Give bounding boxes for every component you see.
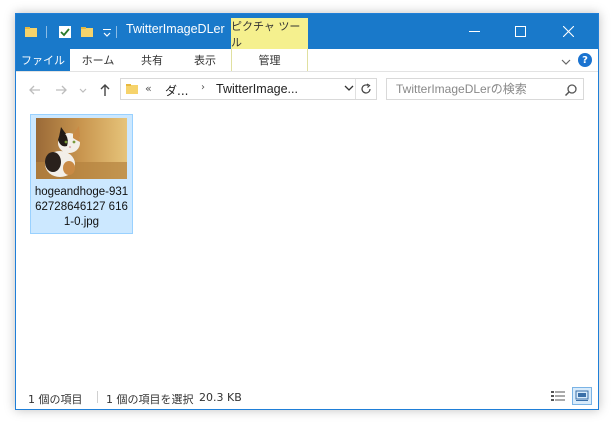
large-icons-view-icon [575, 390, 589, 401]
navigation-bar: « ダ... › TwitterImage... [16, 72, 598, 108]
folder-icon[interactable] [24, 23, 38, 41]
item-count-text: 1 個の項目 [28, 393, 83, 406]
new-folder-icon[interactable] [80, 23, 94, 41]
explorer-window: TwitterImageDLer ピクチャ ツール ファイル ホーム 共有 表示… [15, 13, 599, 410]
arrow-up-icon [100, 84, 110, 96]
cat-photo-thumbnail [36, 118, 127, 179]
tab-file[interactable]: ファイル [16, 49, 70, 71]
forward-button[interactable] [52, 81, 70, 99]
tab-view[interactable]: 表示 [183, 49, 227, 71]
close-button[interactable] [545, 14, 591, 49]
expand-ribbon-chevron-icon[interactable] [560, 53, 572, 72]
breadcrumb-overflow[interactable]: « [145, 82, 152, 95]
breadcrumb-item[interactable]: ダ... [165, 82, 188, 99]
status-separator [97, 391, 98, 403]
details-view-icon [551, 391, 565, 401]
recent-locations-button[interactable] [74, 81, 92, 99]
status-bar: 1 個の項目 1 個の項目を選択 20.3 KB [16, 384, 598, 409]
chevron-down-icon [79, 88, 87, 93]
minimize-icon [468, 31, 480, 32]
breadcrumb-separator-chevron-icon[interactable]: › [201, 82, 205, 93]
close-icon [562, 26, 574, 37]
selected-count-text: 1 個の項目を選択 [106, 393, 194, 406]
quick-access-separator [116, 26, 117, 38]
refresh-icon [361, 83, 371, 94]
refresh-button[interactable] [355, 79, 376, 99]
ribbon-tabs: ファイル ホーム 共有 表示 管理 ? [16, 49, 598, 72]
selected-size-text: 20.3 KB [199, 391, 242, 404]
file-list-view[interactable]: hogeandhoge-93162728646127 6161-0.jpg [16, 108, 598, 384]
arrow-left-icon [29, 85, 40, 95]
maximize-button[interactable] [497, 14, 543, 49]
back-button[interactable] [26, 81, 44, 99]
window-title: TwitterImageDLer [126, 22, 225, 36]
file-name-label: hogeandhoge-93162728646127 6161-0.jpg [34, 186, 129, 228]
tab-home[interactable]: ホーム [76, 49, 120, 71]
maximize-icon [514, 26, 526, 37]
address-bar[interactable]: « ダ... › TwitterImage... [120, 78, 377, 100]
tab-manage[interactable]: 管理 [231, 49, 308, 71]
picture-tools-context-tab: ピクチャ ツール [231, 18, 308, 49]
breadcrumb-item-current[interactable]: TwitterImage... [216, 82, 298, 96]
search-box[interactable] [386, 78, 584, 100]
up-button[interactable] [96, 81, 114, 99]
large-icons-view-button[interactable] [572, 387, 592, 405]
details-view-button[interactable] [550, 388, 566, 404]
quick-access-separator [46, 26, 47, 38]
search-icon[interactable] [564, 82, 578, 101]
customize-toolbar-chevron-icon[interactable] [102, 23, 112, 41]
address-history-chevron-down-icon[interactable] [343, 82, 355, 97]
title-bar[interactable]: TwitterImageDLer ピクチャ ツール [16, 14, 598, 49]
tab-share[interactable]: 共有 [130, 49, 174, 71]
search-input[interactable] [387, 79, 559, 99]
properties-check-icon[interactable] [58, 23, 72, 41]
minimize-button[interactable] [451, 14, 497, 49]
file-item[interactable]: hogeandhoge-93162728646127 6161-0.jpg [30, 114, 133, 234]
arrow-right-icon [56, 85, 67, 95]
help-icon[interactable]: ? [578, 53, 592, 67]
folder-icon [125, 82, 139, 99]
